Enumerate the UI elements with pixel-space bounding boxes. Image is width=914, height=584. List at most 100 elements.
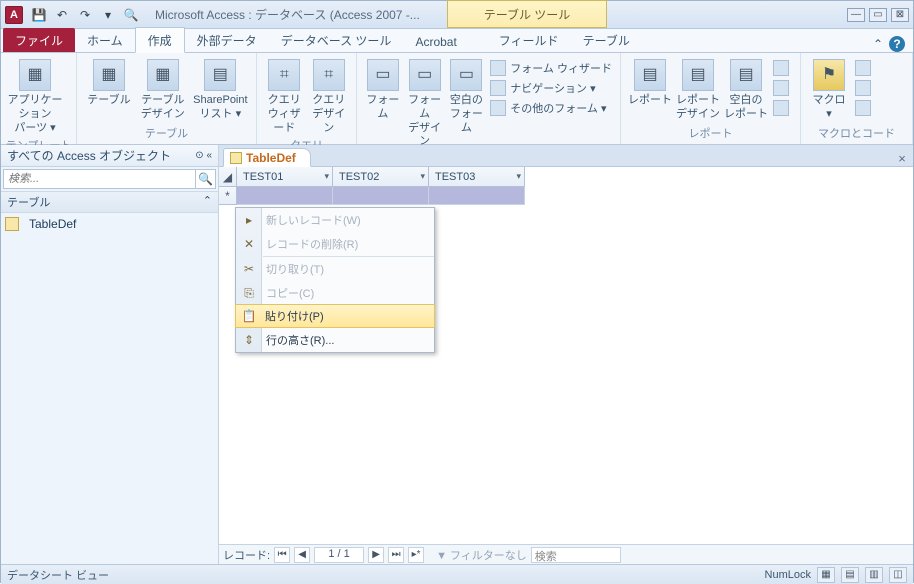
tab-database-tools[interactable]: データベース ツール	[269, 28, 404, 52]
query-design-button[interactable]: ⌗クエリ デザイン	[308, 57, 351, 135]
cell[interactable]	[237, 187, 333, 205]
cut-icon: ✂	[241, 261, 257, 277]
design-view-button[interactable]: ▤	[841, 567, 859, 583]
menu-paste[interactable]: 📋貼り付け(P)	[235, 304, 435, 328]
record-position[interactable]: 1 / 1	[314, 547, 364, 563]
query-wizard-button[interactable]: ⌗クエリ ウィザード	[263, 57, 306, 135]
first-record-button[interactable]: ⏮	[274, 547, 290, 563]
tab-table[interactable]: テーブル	[571, 28, 642, 52]
pivot-chart-button[interactable]: ◫	[889, 567, 907, 583]
form-button[interactable]: ▭フォーム	[363, 57, 403, 122]
sharepoint-list-button[interactable]: ▤SharePoint リスト ▾	[191, 57, 250, 122]
row-selector[interactable]: *	[219, 187, 237, 205]
blank-report-icon: ▤	[730, 59, 762, 91]
menu-cut: ✂切り取り(T)	[236, 257, 434, 281]
document-close-button[interactable]: ×	[895, 151, 913, 166]
nav-search-input[interactable]	[4, 170, 195, 188]
table-design-button[interactable]: ▦テーブル デザイン	[137, 57, 189, 122]
datasheet-view-button[interactable]: ▦	[817, 567, 835, 583]
window-controls: — ▭ ⊠	[847, 8, 909, 22]
report-small-3[interactable]	[771, 99, 791, 117]
nav-search-box[interactable]: 🔍	[3, 169, 216, 189]
next-record-button[interactable]: ▶	[368, 547, 384, 563]
report-small-1[interactable]	[771, 59, 791, 77]
new-record-icon: ▸	[241, 212, 257, 228]
code-icon	[855, 100, 871, 116]
status-bar: データシート ビュー NumLock ▦ ▤ ▥ ◫	[1, 564, 913, 584]
last-record-button[interactable]: ⏭	[388, 547, 404, 563]
blank-form-button[interactable]: ▭空白の フォーム	[447, 57, 487, 135]
ribbon-minimize-icon[interactable]: ⌃	[873, 37, 883, 51]
minimize-button[interactable]: —	[847, 8, 865, 22]
pivot-view-button[interactable]: ▥	[865, 567, 883, 583]
navigation-item[interactable]: ナビゲーション ▾	[488, 79, 614, 97]
app-parts-button[interactable]: ▦アプリケーション パーツ ▾	[7, 57, 63, 135]
status-numlock: NumLock	[765, 569, 811, 581]
code-icon	[855, 80, 871, 96]
nav-pane-header[interactable]: すべての Access オブジェクト ⊙ «	[1, 145, 218, 167]
save-icon[interactable]: 💾	[29, 5, 49, 25]
tab-external-data[interactable]: 外部データ	[185, 28, 269, 52]
record-search-box[interactable]: 検索	[531, 547, 621, 563]
column-header[interactable]: TEST02▾	[333, 167, 429, 187]
redo-icon[interactable]: ↷	[75, 5, 95, 25]
code-small-2[interactable]	[853, 79, 873, 97]
restore-button[interactable]: ▭	[869, 8, 887, 22]
help-icon[interactable]: ?	[889, 36, 905, 52]
cell[interactable]	[333, 187, 429, 205]
tab-home[interactable]: ホーム	[75, 28, 135, 52]
column-header[interactable]: TEST03▾	[429, 167, 525, 187]
code-small-3[interactable]	[853, 99, 873, 117]
tab-file[interactable]: ファイル	[3, 28, 75, 52]
search-icon[interactable]: 🔍	[195, 170, 215, 188]
other-forms-item[interactable]: その他のフォーム ▾	[488, 99, 614, 117]
menu-row-height[interactable]: ⇕行の高さ(R)...	[236, 328, 434, 352]
other-forms-icon	[490, 100, 506, 116]
menu-copy: ⎘コピー(C)	[236, 281, 434, 305]
navigation-icon	[490, 80, 506, 96]
prev-record-button[interactable]: ◀	[294, 547, 310, 563]
new-record-nav-button[interactable]: ▸*	[408, 547, 424, 563]
sharepoint-icon: ▤	[204, 59, 236, 91]
new-record-row[interactable]: *	[219, 187, 913, 205]
form-wizard-item[interactable]: フォーム ウィザード	[488, 59, 614, 77]
qat-customize-icon[interactable]: ▾	[98, 5, 118, 25]
code-small-1[interactable]	[853, 59, 873, 77]
report-icon: ▤	[634, 59, 666, 91]
form-icon: ▭	[367, 59, 399, 91]
paste-icon: 📋	[241, 308, 257, 324]
menu-delete-record: ✕レコードの削除(R)	[236, 232, 434, 256]
nav-item-tabledef[interactable]: TableDef	[1, 213, 218, 235]
table-button[interactable]: ▦テーブル	[83, 57, 135, 108]
form-design-icon: ▭	[409, 59, 441, 91]
title-bar: A 💾 ↶ ↷ ▾ 🔍 Microsoft Access : データベース (A…	[1, 1, 913, 29]
close-button[interactable]: ⊠	[891, 8, 909, 22]
column-header[interactable]: TEST01▾	[237, 167, 333, 187]
table-icon: ▦	[93, 59, 125, 91]
report-button[interactable]: ▤レポート	[627, 57, 673, 108]
macro-button[interactable]: ⚑マクロ ▾	[807, 57, 851, 122]
tab-fields[interactable]: フィールド	[487, 28, 571, 52]
print-icon[interactable]: 🔍	[121, 5, 141, 25]
report-design-button[interactable]: ▤レポート デザイン	[675, 57, 721, 122]
undo-icon[interactable]: ↶	[52, 5, 72, 25]
ribbon-tab-strip: ファイル ホーム 作成 外部データ データベース ツール Acrobat フィー…	[1, 29, 913, 53]
app-parts-icon: ▦	[19, 59, 51, 91]
cell[interactable]	[429, 187, 525, 205]
nav-category-tables[interactable]: テーブル⌃	[1, 191, 218, 213]
query-design-icon: ⌗	[313, 59, 345, 91]
column-dropdown-icon[interactable]: ▾	[516, 171, 521, 182]
tab-acrobat[interactable]: Acrobat	[403, 31, 468, 52]
select-all-cell[interactable]: ◢	[219, 167, 237, 187]
filter-indicator[interactable]: ▼ フィルターなし	[436, 547, 527, 563]
column-dropdown-icon[interactable]: ▾	[324, 171, 329, 182]
report-small-2[interactable]	[771, 79, 791, 97]
form-design-button[interactable]: ▭フォーム デザイン	[405, 57, 445, 149]
navigation-pane: すべての Access オブジェクト ⊙ « 🔍 テーブル⌃ TableDef	[1, 145, 219, 564]
blank-report-button[interactable]: ▤空白の レポート	[723, 57, 769, 122]
tab-create[interactable]: 作成	[135, 27, 185, 53]
document-tab[interactable]: TableDef	[223, 148, 311, 167]
chevron-down-icon: ⊙ «	[195, 150, 212, 161]
group-macros-label: マクロとコード	[801, 123, 912, 144]
column-dropdown-icon[interactable]: ▾	[420, 171, 425, 182]
